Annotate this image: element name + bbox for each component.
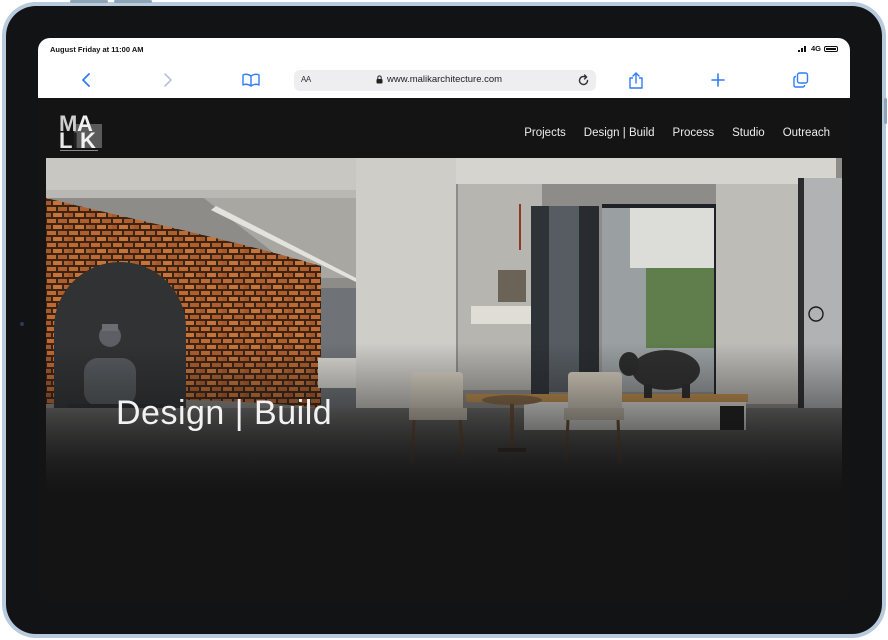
- url-text: www.malikarchitecture.com: [387, 74, 503, 85]
- hero-image: [46, 158, 842, 494]
- svg-text:L: L: [59, 128, 72, 153]
- tabs-button[interactable]: [791, 70, 811, 90]
- svg-text:K: K: [80, 128, 96, 153]
- hero-title: Design | Build: [116, 394, 333, 432]
- main-nav: Projects Design | Build Process Studio O…: [524, 127, 830, 139]
- url-display[interactable]: www.malikarchitecture.com: [376, 74, 502, 85]
- back-button[interactable]: [76, 70, 96, 90]
- malik-logo[interactable]: M A L I K: [58, 111, 102, 153]
- status-time: August Friday at 11:00 AM: [50, 45, 144, 54]
- share-icon: [629, 71, 643, 89]
- reload-button[interactable]: [574, 71, 592, 89]
- address-bar[interactable]: AA www.malikarchitecture.com: [294, 70, 596, 91]
- network-label: 4G: [810, 44, 821, 53]
- nav-projects[interactable]: Projects: [524, 127, 566, 139]
- tabs-icon: [793, 72, 809, 88]
- battery-icon: [824, 45, 838, 52]
- nav-outreach[interactable]: Outreach: [783, 127, 830, 139]
- nav-process[interactable]: Process: [673, 127, 715, 139]
- new-tab-button[interactable]: [708, 70, 728, 90]
- volume-button: [114, 0, 152, 3]
- status-indicators: 4G: [797, 44, 838, 53]
- back-icon: [82, 73, 90, 87]
- front-camera: [20, 322, 24, 326]
- share-button[interactable]: [626, 70, 646, 90]
- lock-icon: [376, 75, 383, 84]
- browser-toolbar: August Friday at 11:00 AM 4G AA www.mali…: [38, 38, 850, 99]
- signal-icon: [797, 46, 806, 52]
- bookmarks-button[interactable]: [241, 70, 261, 90]
- reload-icon: [578, 73, 588, 85]
- side-button: [884, 98, 887, 124]
- nav-studio[interactable]: Studio: [732, 127, 765, 139]
- new-tab-icon: [711, 73, 725, 87]
- forward-button[interactable]: [158, 70, 178, 90]
- screen: August Friday at 11:00 AM 4G AA www.mali…: [38, 38, 850, 602]
- svg-text:I: I: [72, 128, 78, 153]
- website: M A L I K Projects Design | Build Proces…: [38, 98, 850, 602]
- text-size-button[interactable]: AA: [301, 75, 311, 84]
- interior-photo: [46, 158, 842, 494]
- nav-design-build[interactable]: Design | Build: [584, 127, 655, 139]
- forward-icon: [164, 73, 172, 87]
- bookmarks-icon: [242, 73, 260, 87]
- power-button: [70, 0, 108, 3]
